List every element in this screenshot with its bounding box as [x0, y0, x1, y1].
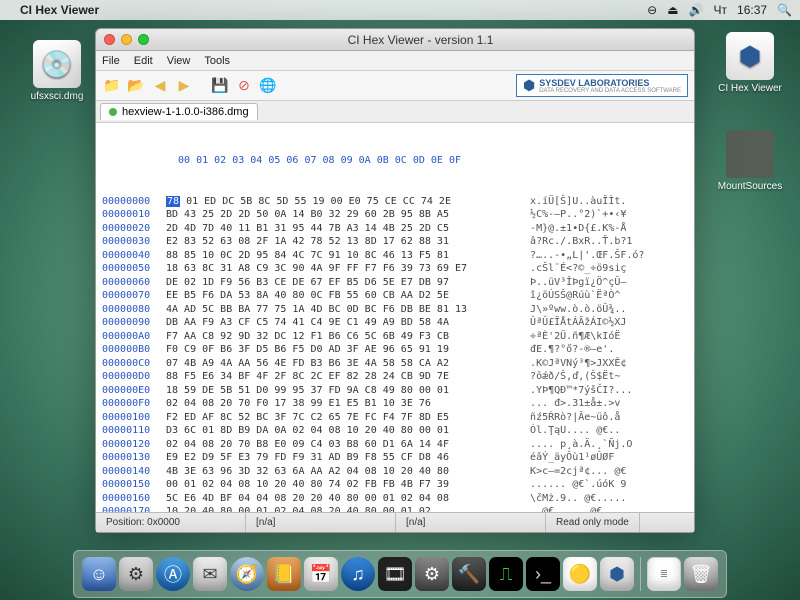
- hex-row[interactable]: 00000100F2 ED AF 8C 52 BC 3F 7C C2 65 7E…: [102, 411, 688, 425]
- toolbar: 📁 📂 ◀ ▶ 💾 ⊘ 🌐 ⬢ SYSDEV LABORATORIESDATA …: [96, 71, 694, 101]
- window-title: CI Hex Viewer - version 1.1: [155, 33, 686, 47]
- hex-row[interactable]: 000000D088 F5 E6 34 BF 4F 2F 8C 2C EF 82…: [102, 370, 688, 384]
- hex-row[interactable]: 000001404B 3E 63 96 3D 32 63 6A AA A2 04…: [102, 465, 688, 479]
- hex-row[interactable]: 0000012002 04 08 20 70 B8 E0 09 C4 03 B8…: [102, 438, 688, 452]
- dock-hexviewer-icon[interactable]: ⬢: [600, 557, 634, 591]
- brand-logo[interactable]: ⬢ SYSDEV LABORATORIESDATA RECOVERY AND D…: [516, 74, 688, 97]
- tab-modified-dot-icon: [109, 108, 117, 116]
- hex-row[interactable]: 00000130E9 E2 D9 5F E3 79 FD F9 31 AD B9…: [102, 451, 688, 465]
- hex-row[interactable]: 000000A0F7 AA C8 92 9D 32 DC 12 F1 B6 C6…: [102, 330, 688, 344]
- hex-row[interactable]: 000000C007 4B A9 4A AA 56 4E FD B3 B6 3E…: [102, 357, 688, 371]
- dock-activity-icon[interactable]: ⎍: [489, 557, 523, 591]
- hex-row[interactable]: 0000015000 01 02 04 08 10 20 40 80 74 02…: [102, 478, 688, 492]
- menubar-app-name[interactable]: CI Hex Viewer: [20, 3, 99, 17]
- desktop-icon-folder[interactable]: MountSources: [715, 130, 785, 192]
- hex-row[interactable]: 00000060DE 02 1D F9 56 B3 CE DE 67 EF B5…: [102, 276, 688, 290]
- hex-row[interactable]: 000000F002 04 08 20 70 F0 17 38 99 E1 E5…: [102, 397, 688, 411]
- status-field: [n/a]: [246, 513, 396, 532]
- logo-title: SYSDEV LABORATORIES: [539, 78, 649, 88]
- hex-row[interactable]: 000000804A AD 5C BB BA 77 75 1A 4D BC 0D…: [102, 303, 688, 317]
- volume-icon[interactable]: 🔊: [689, 3, 704, 17]
- dock-settings-icon[interactable]: ⚙: [415, 557, 449, 591]
- dock-safari-icon[interactable]: 🧭: [230, 557, 264, 591]
- menu-extra-icon[interactable]: ⏏: [667, 3, 678, 17]
- spotlight-icon[interactable]: 🔍: [777, 3, 792, 17]
- dock-calendar-icon[interactable]: 📅: [304, 557, 338, 591]
- hex-row[interactable]: 0000017010 20 40 80 00 01 02 04 08 20 40…: [102, 505, 688, 512]
- app-menubar: File Edit View Tools: [96, 51, 694, 71]
- close-button[interactable]: [104, 34, 115, 45]
- menu-edit[interactable]: Edit: [134, 55, 153, 67]
- app-window: CI Hex Viewer - version 1.1 File Edit Vi…: [95, 28, 695, 533]
- hex-row[interactable]: 00000070EE B5 F6 DA 53 8A 40 80 0C FB 55…: [102, 289, 688, 303]
- minimize-button[interactable]: [121, 34, 132, 45]
- hex-row[interactable]: 000000202D 4D 7D 40 11 B1 31 95 44 7B A3…: [102, 222, 688, 236]
- dock-sysprefs-icon[interactable]: ⚙: [119, 557, 153, 591]
- save-icon[interactable]: 💾: [210, 76, 230, 96]
- hex-row[interactable]: 00000110D3 6C 01 8D B9 DA 0A 02 04 08 10…: [102, 424, 688, 438]
- status-field: [n/a]: [396, 513, 546, 532]
- hex-column-header: 00 01 02 03 04 05 06 07 08 09 0A 0B 0C 0…: [102, 154, 688, 168]
- dock-terminal-icon[interactable]: ›_: [526, 557, 560, 591]
- dock: ☺ ⚙ Ⓐ ✉ 🧭 📒 📅 ♫ 🎞 ⚙ 🔨 ⎍ ›_ 🟡 ⬢ ≣ 🗑: [73, 550, 727, 598]
- menu-tools[interactable]: Tools: [204, 55, 230, 67]
- dock-photobooth-icon[interactable]: 🎞: [378, 557, 412, 591]
- desktop-icon-label: ufsxsci.dmg: [22, 91, 92, 102]
- desktop-icon-dmg[interactable]: 💿 ufsxsci.dmg: [22, 40, 92, 102]
- dock-mail-icon[interactable]: ✉: [193, 557, 227, 591]
- hex-row[interactable]: 00000010BD 43 25 2D 2D 50 0A 14 B0 32 29…: [102, 208, 688, 222]
- dock-finder-icon[interactable]: ☺: [82, 557, 116, 591]
- open-folder-icon[interactable]: 📁: [102, 76, 122, 96]
- menu-file[interactable]: File: [102, 55, 120, 67]
- menu-view[interactable]: View: [167, 55, 191, 67]
- desktop-icon-app[interactable]: ⬢ CI Hex Viewer: [715, 32, 785, 94]
- hex-row[interactable]: 00000090DB AA F9 A3 CF C5 74 41 C4 9E C1…: [102, 316, 688, 330]
- titlebar[interactable]: CI Hex Viewer - version 1.1: [96, 29, 694, 51]
- hex-row[interactable]: 000000B0F0 C9 0F B6 3F D5 B6 F5 D0 AD 3F…: [102, 343, 688, 357]
- hex-row[interactable]: 0000000078 01 ED DC 5B 8C 5D 55 19 00 E0…: [102, 195, 688, 209]
- dock-xcode-icon[interactable]: 🔨: [452, 557, 486, 591]
- dock-appstore-icon[interactable]: Ⓐ: [156, 557, 190, 591]
- status-position: Position: 0x0000: [96, 513, 246, 532]
- logo-subtitle: DATA RECOVERY AND DATA ACCESS SOFTWARE: [539, 88, 681, 94]
- file-tab[interactable]: hexview-1-1.0.0-i386.dmg: [100, 103, 258, 120]
- tab-label: hexview-1-1.0.0-i386.dmg: [122, 106, 249, 118]
- nav-forward-icon[interactable]: ▶: [174, 76, 194, 96]
- desktop-icon-label: CI Hex Viewer: [715, 83, 785, 94]
- nav-back-icon[interactable]: ◀: [150, 76, 170, 96]
- clock-day[interactable]: Чт: [714, 3, 728, 17]
- dock-trash-icon[interactable]: 🗑: [684, 557, 718, 591]
- desktop-icon-label: MountSources: [715, 181, 785, 192]
- hex-row[interactable]: 0000004088 85 10 0C 2D 95 84 4C 7C 91 10…: [102, 249, 688, 263]
- dock-chrome-icon[interactable]: 🟡: [563, 557, 597, 591]
- open-disk-icon[interactable]: 📂: [126, 76, 146, 96]
- menu-extra-icon[interactable]: ⊖: [647, 3, 657, 17]
- clock-time[interactable]: 16:37: [737, 3, 767, 17]
- hex-row[interactable]: 00000030E2 83 52 63 08 2F 1A 42 78 52 13…: [102, 235, 688, 249]
- dock-separator: [640, 557, 641, 591]
- hex-row[interactable]: 0000005018 63 8C 31 A8 C9 3C 90 4A 9F FF…: [102, 262, 688, 276]
- dock-minimized-window[interactable]: ≣: [647, 557, 681, 591]
- cancel-icon[interactable]: ⊘: [234, 76, 254, 96]
- zoom-button[interactable]: [138, 34, 149, 45]
- web-icon[interactable]: 🌐: [258, 76, 278, 96]
- hex-row[interactable]: 000001605C E6 4D BF 04 04 08 20 20 40 80…: [102, 492, 688, 506]
- hex-view[interactable]: 00 01 02 03 04 05 06 07 08 09 0A 0B 0C 0…: [96, 123, 694, 512]
- hex-row[interactable]: 000000E018 59 DE 5B 51 D0 99 95 37 FD 9A…: [102, 384, 688, 398]
- statusbar: Position: 0x0000 [n/a] [n/a] Read only m…: [96, 512, 694, 532]
- dock-contacts-icon[interactable]: 📒: [267, 557, 301, 591]
- system-menubar: CI Hex Viewer ⊖ ⏏ 🔊 Чт 16:37 🔍: [0, 0, 800, 20]
- status-mode: Read only mode: [546, 513, 640, 532]
- tab-bar: hexview-1-1.0.0-i386.dmg: [96, 101, 694, 123]
- dock-itunes-icon[interactable]: ♫: [341, 557, 375, 591]
